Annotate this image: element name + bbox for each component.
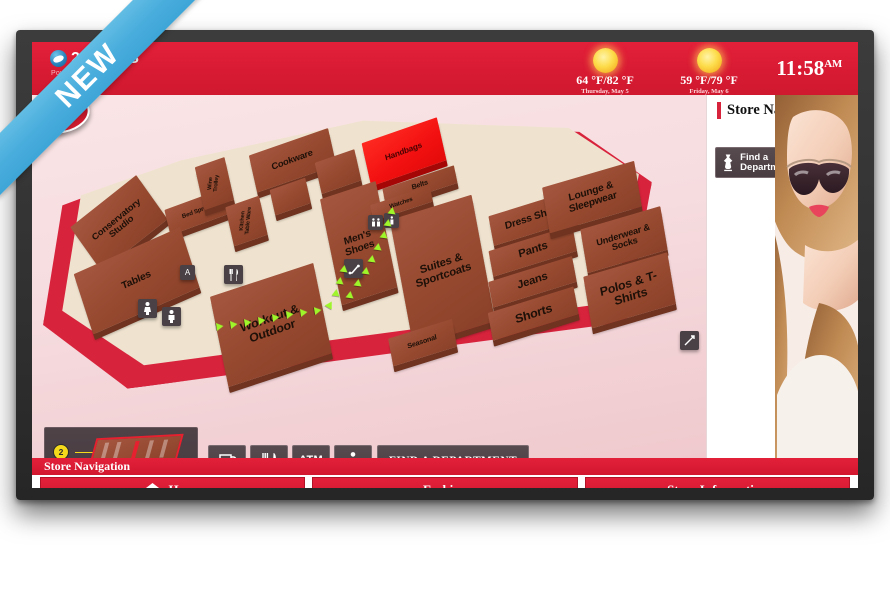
route-step — [335, 276, 345, 285]
weather-widget: 64 °F/82 °F Thursday, May 5 59 °F/79 °F … — [564, 46, 750, 95]
dress-icon — [723, 154, 733, 172]
nav-fashion-button[interactable]: Fashion — [312, 477, 578, 488]
route-step — [331, 288, 341, 297]
bottom-nav: Home Fashion Store Information — [32, 475, 858, 488]
nav-home-button[interactable]: Home — [40, 477, 306, 488]
route-step — [271, 313, 281, 322]
model-photo — [775, 95, 858, 458]
kiosk-screen: 22MILES Powered by 22Miles 64 °F/82 °F T… — [32, 42, 858, 488]
sun-icon — [592, 48, 618, 73]
atm-icon[interactable]: A — [180, 265, 195, 280]
route-step — [229, 320, 239, 329]
kiosk-monitor: 22MILES Powered by 22Miles 64 °F/82 °F T… — [16, 30, 874, 500]
restaurant-icon[interactable] — [250, 445, 288, 458]
route-step — [285, 310, 295, 319]
nav-store-information-label: Store Information — [667, 482, 768, 488]
mini-map[interactable]: 2 1 — [44, 427, 198, 458]
clock-ampm: AM — [824, 58, 842, 70]
restroom-women-icon[interactable] — [138, 299, 157, 318]
route-step — [215, 322, 225, 331]
route-step — [299, 308, 309, 317]
route-step — [379, 230, 389, 239]
restroom-men-icon[interactable] — [162, 307, 181, 326]
nav-store-information-button[interactable]: Store Information — [584, 477, 850, 488]
clock-time: 11:58 — [776, 56, 825, 80]
primary-actions: FIND A DEPARTMENT BROWSE PRODUCTS — [377, 445, 529, 458]
mini-map-plan-floor-2[interactable] — [88, 433, 184, 458]
home-icon — [145, 483, 159, 488]
route-step — [361, 266, 371, 275]
restaurant-icon[interactable] — [224, 265, 243, 284]
weather-temp: 59 °F/79 °F — [680, 73, 738, 87]
footer-section-title: Store Navigation — [32, 458, 858, 475]
route-step — [345, 290, 355, 299]
restroom-pair-icon[interactable] — [368, 215, 383, 230]
cafe-icon[interactable] — [208, 445, 246, 458]
elevator-icon[interactable] — [680, 331, 699, 350]
route-step — [257, 316, 267, 325]
route-step — [313, 305, 323, 316]
map-canvas[interactable]: Conservatory Studio Cookware Bed Spreads… — [32, 95, 706, 458]
route-step — [243, 318, 253, 327]
floor-badge: 2 — [53, 444, 69, 458]
clock: 11:58AM — [776, 58, 842, 79]
route-step — [387, 206, 397, 215]
route-step — [373, 242, 383, 251]
route-step — [353, 278, 363, 287]
logo-mark-icon — [50, 50, 67, 67]
floor-plan-3d[interactable]: Conservatory Studio Cookware Bed Spreads… — [32, 95, 706, 430]
route-step — [367, 254, 377, 263]
find-a-department-button[interactable]: FIND A DEPARTMENT — [377, 445, 529, 458]
route-step — [383, 218, 393, 227]
weather-day: 64 °F/82 °F Thursday, May 5 — [564, 46, 646, 95]
sun-icon — [696, 48, 722, 73]
header-bar: 22MILES Powered by 22Miles 64 °F/82 °F T… — [32, 42, 858, 95]
store-navigation-panel: Store Navigation Find a Department — [706, 95, 858, 458]
nav-fashion-label: Fashion — [423, 482, 467, 488]
weather-day: 59 °F/79 °F Friday, May 6 — [668, 46, 750, 95]
weather-temp: 64 °F/82 °F — [576, 73, 634, 87]
screenshot-root: 22MILES Powered by 22Miles 64 °F/82 °F T… — [0, 0, 890, 604]
nav-home-label: Home — [169, 482, 202, 488]
route-step — [339, 264, 349, 273]
